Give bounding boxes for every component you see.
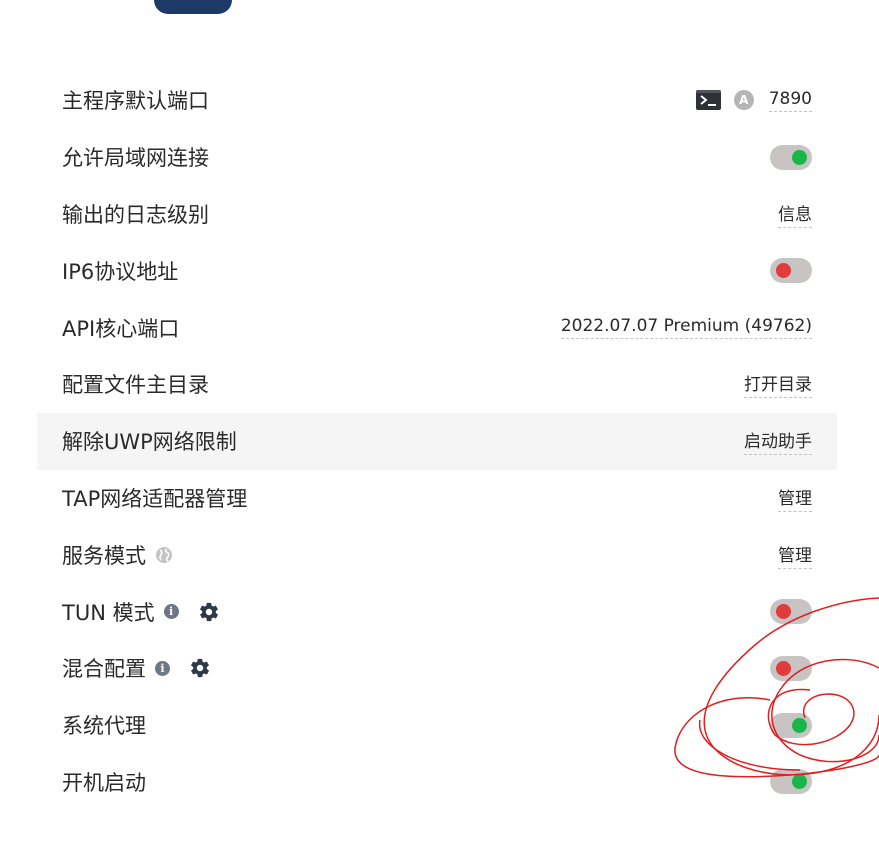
setting-label: 系统代理	[62, 714, 146, 739]
setting-row-tun-mode: TUN 模式 i	[37, 583, 837, 640]
launch-helper-link[interactable]: 启动助手	[744, 427, 812, 456]
setting-label: 主程序默认端口	[62, 89, 209, 114]
gear-icon[interactable]	[189, 657, 211, 679]
service-manage-link[interactable]: 管理	[778, 541, 812, 569]
ipv6-toggle[interactable]	[770, 258, 812, 284]
setting-label: 解除UWP网络限制	[62, 430, 237, 455]
log-level-select[interactable]: 信息	[778, 200, 812, 228]
setting-row-ipv6: IP6协议地址	[37, 242, 837, 299]
info-icon[interactable]: i	[163, 604, 179, 620]
auto-icon[interactable]: A	[733, 90, 754, 111]
setting-label-group: 混合配置 i	[62, 653, 211, 683]
info-icon[interactable]: i	[155, 660, 170, 676]
setting-label: API核心端口	[62, 316, 180, 341]
setting-label: 服务模式	[62, 543, 146, 568]
setting-label-group: 服务模式	[62, 540, 173, 570]
toggle-knob	[792, 717, 807, 733]
setting-label: IP6协议地址	[62, 259, 179, 284]
settings-list: 主程序默认端口 A 7890 允许局域网连接 输出的日志级别 信息 IP6协议地…	[37, 72, 837, 810]
setting-label: 允许局域网连接	[62, 146, 209, 171]
tap-manage-link[interactable]: 管理	[778, 484, 812, 512]
gear-icon[interactable]	[198, 601, 220, 623]
allow-lan-toggle[interactable]	[770, 144, 812, 170]
setting-row-uwp: 解除UWP网络限制 启动助手	[37, 412, 837, 470]
toggle-knob	[776, 263, 791, 279]
setting-row-auto-start: 开机启动	[37, 754, 837, 811]
setting-label: TUN 模式	[62, 600, 155, 625]
tun-mode-toggle[interactable]	[770, 599, 812, 625]
setting-row-log-level: 输出的日志级别 信息	[37, 186, 837, 243]
port-value[interactable]: 7890	[768, 89, 812, 112]
port-controls: A 7890	[695, 89, 812, 112]
toggle-knob	[792, 774, 807, 790]
setting-label-group: TUN 模式 i	[62, 597, 220, 627]
setting-label: 配置文件主目录	[62, 373, 209, 398]
auto-start-toggle[interactable]	[770, 769, 812, 795]
api-port-value[interactable]: 2022.07.07 Premium (49762)	[560, 316, 812, 340]
setting-row-service-mode: 服务模式 管理	[37, 526, 837, 583]
setting-label: 开机启动	[62, 770, 146, 795]
toggle-knob	[776, 604, 791, 620]
open-directory-link[interactable]: 打开目录	[744, 370, 812, 399]
setting-label: TAP网络适配器管理	[62, 486, 248, 511]
toggle-knob	[792, 149, 807, 165]
app-logo	[154, 0, 232, 14]
setting-label: 输出的日志级别	[62, 202, 209, 227]
mixin-toggle[interactable]	[770, 655, 812, 681]
setting-row-mixin: 混合配置 i	[37, 640, 837, 697]
globe-icon	[156, 546, 172, 563]
toggle-knob	[776, 660, 791, 676]
setting-label: 混合配置	[62, 657, 146, 682]
setting-row-system-proxy: 系统代理	[37, 697, 837, 754]
setting-row-config-dir: 配置文件主目录 打开目录	[37, 356, 837, 413]
setting-row-tap: TAP网络适配器管理 管理	[37, 470, 837, 527]
setting-row-api-port: API核心端口 2022.07.07 Premium (49762)	[37, 299, 837, 356]
setting-row-mixin-port: 主程序默认端口 A 7890	[37, 72, 837, 129]
setting-row-allow-lan: 允许局域网连接	[37, 129, 837, 186]
system-proxy-toggle[interactable]	[770, 712, 812, 738]
terminal-icon[interactable]	[695, 90, 721, 111]
